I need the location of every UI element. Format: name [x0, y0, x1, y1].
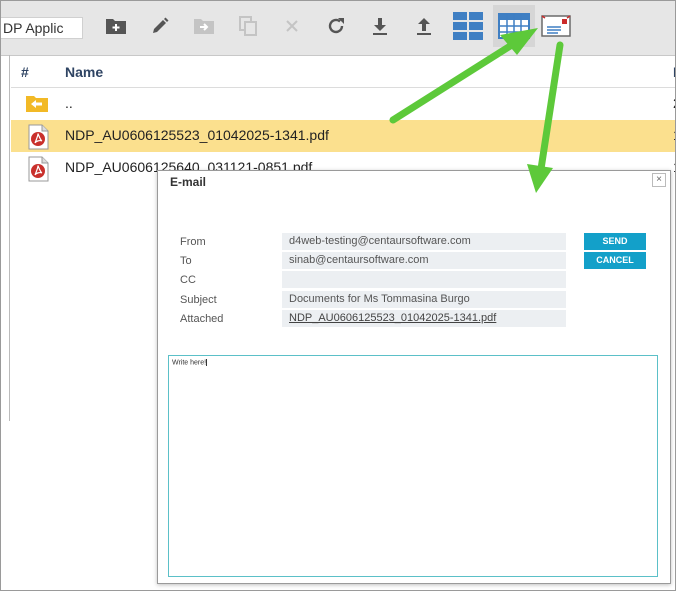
- message-body-input[interactable]: Write here!: [168, 355, 658, 577]
- pdf-icon: [25, 124, 51, 155]
- refresh-icon: [328, 18, 344, 34]
- row-name: ..: [65, 95, 73, 111]
- row-name: NDP_AU0606125523_01042025-1341.pdf: [65, 127, 329, 143]
- delete-button[interactable]: [275, 9, 309, 43]
- header-name[interactable]: Name: [65, 64, 103, 80]
- new-folder-icon: [106, 19, 126, 34]
- close-icon[interactable]: ×: [652, 173, 666, 187]
- table-row-selected[interactable]: NDP_AU0606125523_01042025-1341.pdf 1: [11, 120, 675, 155]
- download-button[interactable]: [363, 9, 397, 43]
- file-manager-window: DP Applic # Name .. NDP_AU0606125523_010…: [0, 0, 676, 591]
- attached-label: Attached: [180, 313, 224, 325]
- table-header: # Name I: [11, 57, 675, 88]
- email-button[interactable]: [539, 9, 573, 43]
- pencil-icon: [153, 17, 169, 33]
- envelope-icon: [541, 15, 571, 37]
- email-dialog-title: E-mail: [170, 175, 207, 189]
- subject-label: Subject: [180, 294, 217, 306]
- from-label: From: [180, 236, 206, 248]
- grid-view-button[interactable]: [493, 5, 535, 47]
- message-placeholder: Write here!: [172, 359, 207, 367]
- rename-button[interactable]: [143, 9, 177, 43]
- cc-field[interactable]: [282, 271, 566, 288]
- move-button[interactable]: [187, 9, 221, 43]
- move-folder-icon: [194, 19, 214, 34]
- refresh-button[interactable]: [319, 9, 353, 43]
- subject-field[interactable]: Documents for Ms Tommasina Burgo: [282, 291, 566, 308]
- cc-label: CC: [180, 274, 196, 286]
- send-button[interactable]: SEND: [584, 233, 646, 250]
- grid-left-border: [9, 55, 10, 421]
- tile-view-icon: [453, 12, 483, 40]
- to-field[interactable]: sinab@centaursoftware.com: [282, 252, 566, 269]
- attachment-link[interactable]: NDP_AU0606125523_01042025-1341.pdf: [282, 310, 566, 327]
- grid-view-icon: [498, 13, 530, 39]
- email-dialog: E-mail × From d4web-testing@centaursoftw…: [157, 170, 671, 584]
- upload-button[interactable]: [407, 9, 441, 43]
- from-field[interactable]: d4web-testing@centaursoftware.com: [282, 233, 566, 250]
- pdf-icon: [25, 156, 51, 187]
- upload-icon: [417, 18, 431, 35]
- folder-up-icon: [25, 92, 49, 119]
- toolbar: DP Applic: [1, 1, 675, 56]
- copy-icon: [239, 16, 257, 36]
- to-label: To: [180, 255, 192, 267]
- copy-button[interactable]: [231, 9, 265, 43]
- close-x-icon: [286, 20, 298, 32]
- new-folder-button[interactable]: [99, 9, 133, 43]
- tile-view-button[interactable]: [451, 9, 485, 43]
- text-cursor: [206, 359, 208, 366]
- table-row[interactable]: .. 2: [11, 88, 675, 120]
- path-field[interactable]: DP Applic: [1, 17, 83, 39]
- download-icon: [373, 18, 387, 35]
- header-index: #: [21, 64, 29, 80]
- cancel-button[interactable]: CANCEL: [584, 252, 646, 269]
